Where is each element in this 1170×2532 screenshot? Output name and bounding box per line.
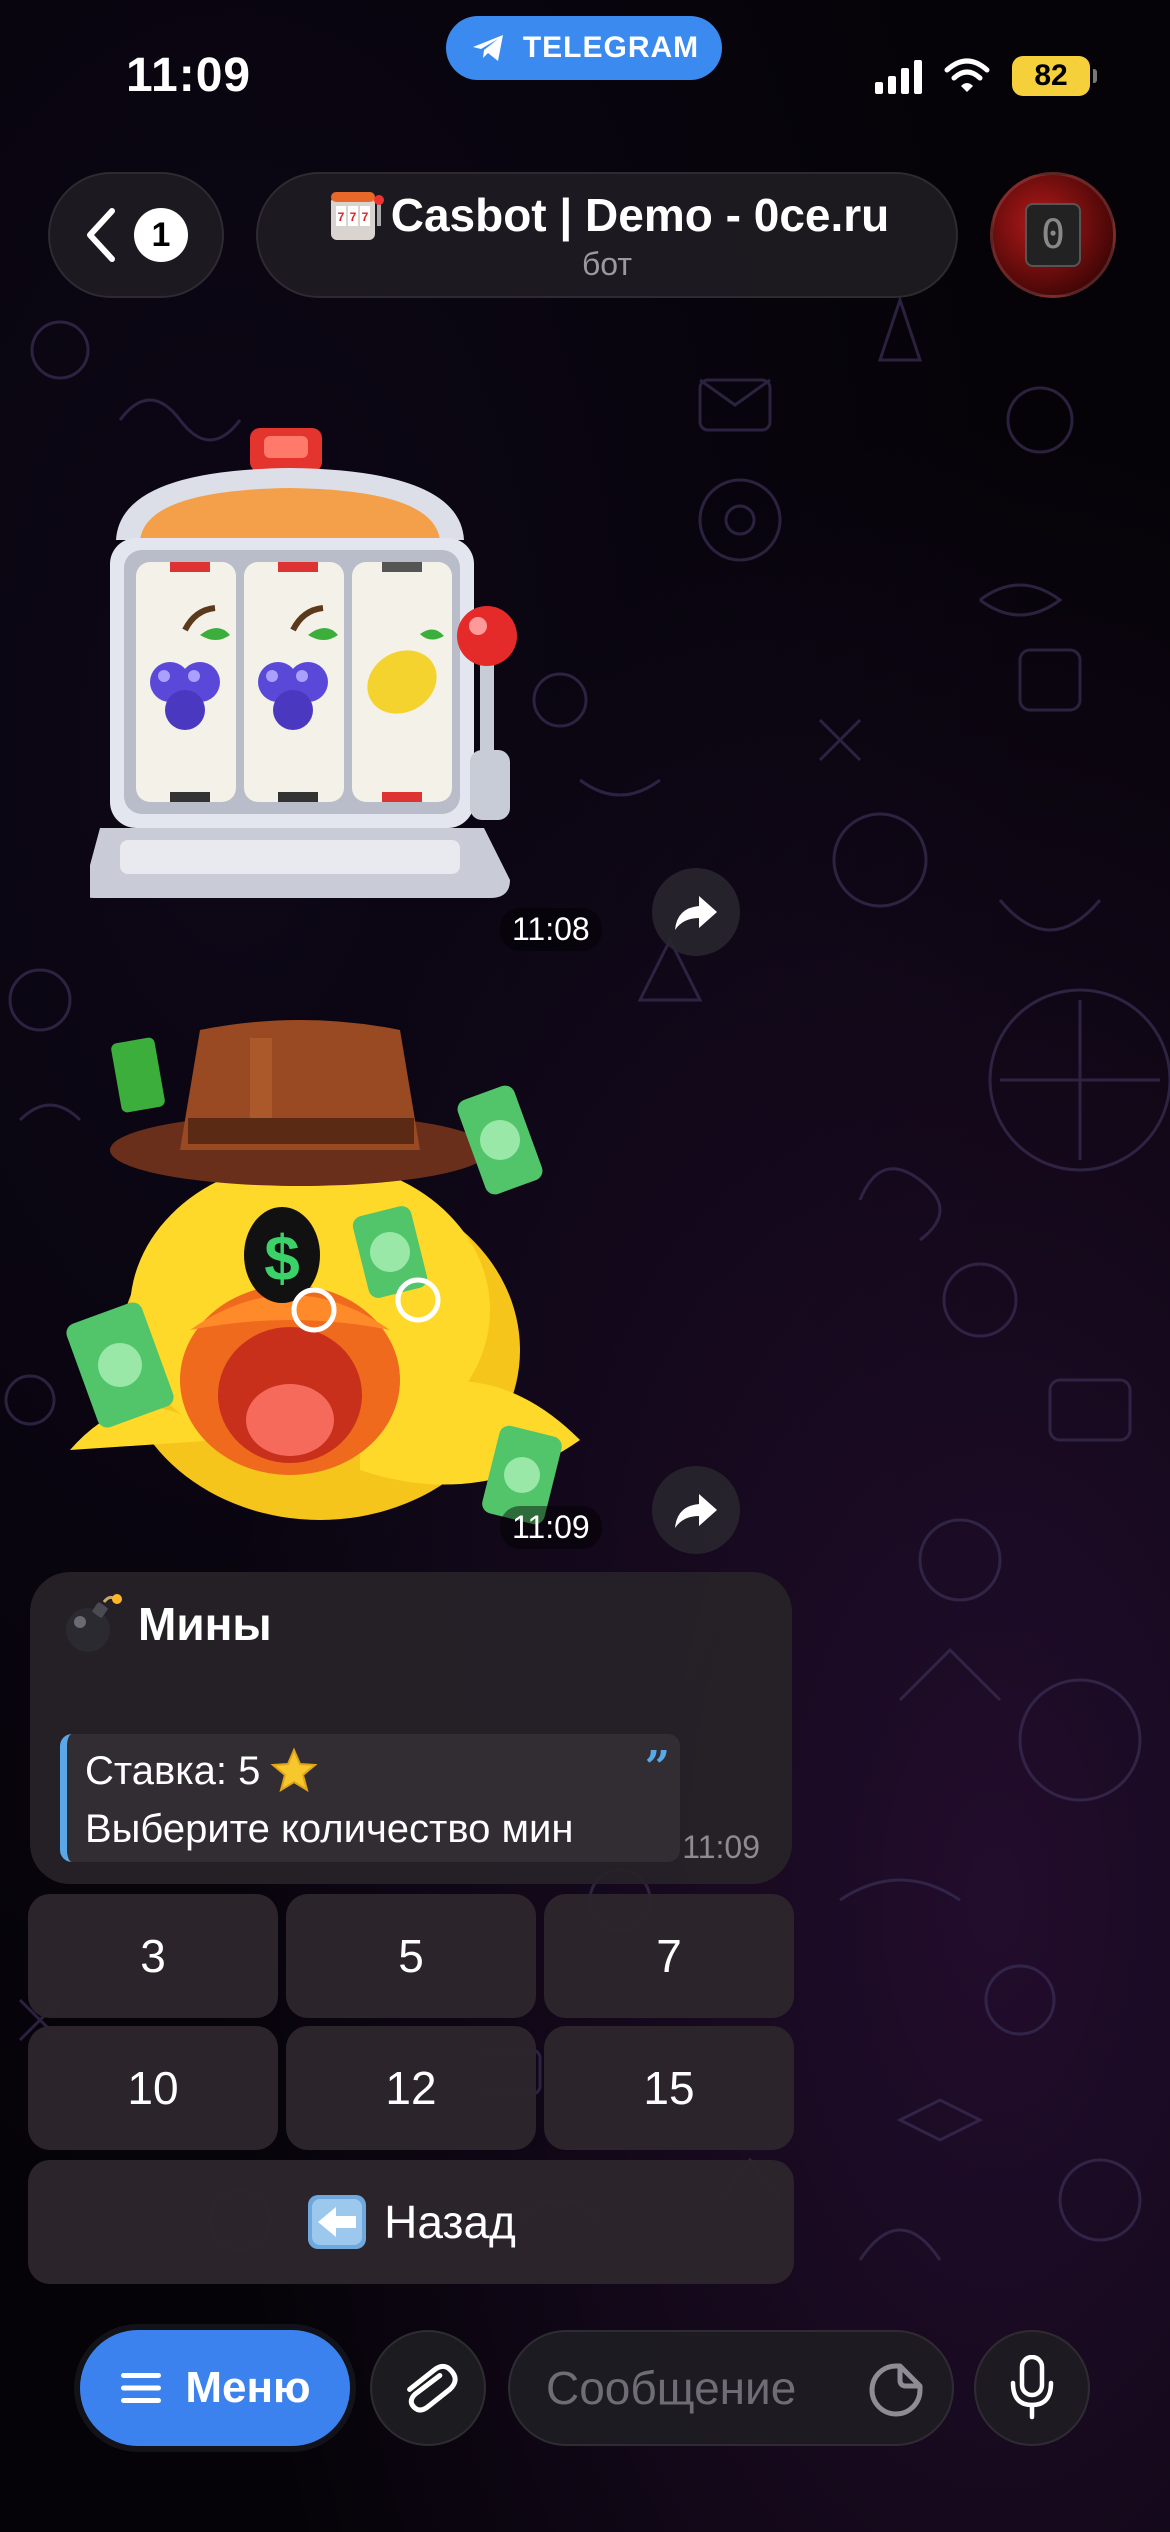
mines-message-bubble: Мины Ставка: 5 Выберите количество мин ”… [30,1572,792,1884]
status-time: 11:09 [126,49,252,102]
hamburger-menu-icon [121,2373,162,2403]
star-icon [270,1747,318,1793]
mines-count-12-button[interactable]: 12 [286,2026,536,2150]
status-bar: 11:09 TELEGRAM 82 [0,0,1170,150]
mines-title: Мины [138,1598,272,1650]
mines-count-3-button[interactable]: 3 [28,1894,278,2018]
telegram-pill-label: TELEGRAM [522,31,700,64]
microphone-button[interactable] [974,2330,1090,2446]
svg-text:7: 7 [337,210,344,224]
unread-badge: 1 [134,208,188,262]
slot-machine-sticker[interactable] [90,420,570,910]
svg-text:7: 7 [349,210,356,224]
back-button[interactable]: 1 [48,172,224,298]
bot-menu-button[interactable]: Меню [80,2330,350,2446]
svg-text:$: $ [264,1222,300,1294]
share-arrow-icon [675,1494,717,1528]
chat-title: Casbot | Demo - 0ce.ru [390,189,890,242]
stake-label: Ставка: 5 [85,1749,261,1793]
message-input[interactable] [546,2361,846,2415]
mines-count-10-button[interactable]: 10 [28,2026,278,2150]
battery-indicator: 82 [1012,56,1097,96]
telegram-plane-icon [472,35,503,61]
svg-text:7: 7 [361,210,368,224]
microphone-icon [1010,2355,1054,2420]
back-keyboard-button[interactable]: Назад [28,2160,794,2284]
cellular-signal-icon [875,58,922,94]
sticker-duck-time: 11:09 [500,1506,602,1549]
share-button[interactable] [652,868,740,956]
mines-message-time: 11:09 [682,1829,760,1865]
wifi-icon [944,58,990,92]
mines-count-5-button[interactable]: 5 [286,1894,536,2018]
share-arrow-icon [675,896,717,930]
back-arrow-icon [308,2195,367,2249]
paperclip-icon [407,2363,458,2413]
mines-prompt: Выберите количество мин [85,1807,574,1851]
menu-label: Меню [185,2363,311,2412]
share-button[interactable] [652,1466,740,1554]
quote-icon: ” [644,1742,670,1793]
money-duck-sticker[interactable]: $ [60,1010,620,1540]
message-input-field[interactable] [508,2330,954,2446]
bot-avatar[interactable]: 0 [990,172,1116,298]
chat-subtitle: бот [581,245,633,282]
chevron-left-icon [87,208,115,262]
stake-quote-block: Ставка: 5 Выберите количество мин ” [60,1734,680,1862]
mines-count-15-button[interactable]: 15 [544,2026,794,2150]
sticker-slot-time: 11:08 [500,908,602,951]
bomb-icon [66,1594,122,1652]
telegram-pill[interactable]: TELEGRAM [446,16,722,80]
chat-title-pill[interactable]: 7 7 7 Casbot | Demo - 0ce.ru бот [256,172,958,298]
back-keyboard-label: Назад [384,2196,516,2248]
sticker-emoji-icon[interactable] [866,2360,926,2420]
attach-button[interactable] [370,2330,486,2446]
status-icons: 82 [875,56,1097,96]
slot-machine-icon: 7 7 7 [330,191,384,240]
mines-count-7-button[interactable]: 7 [544,1894,794,2018]
avatar-label: 0 [1025,203,1081,267]
